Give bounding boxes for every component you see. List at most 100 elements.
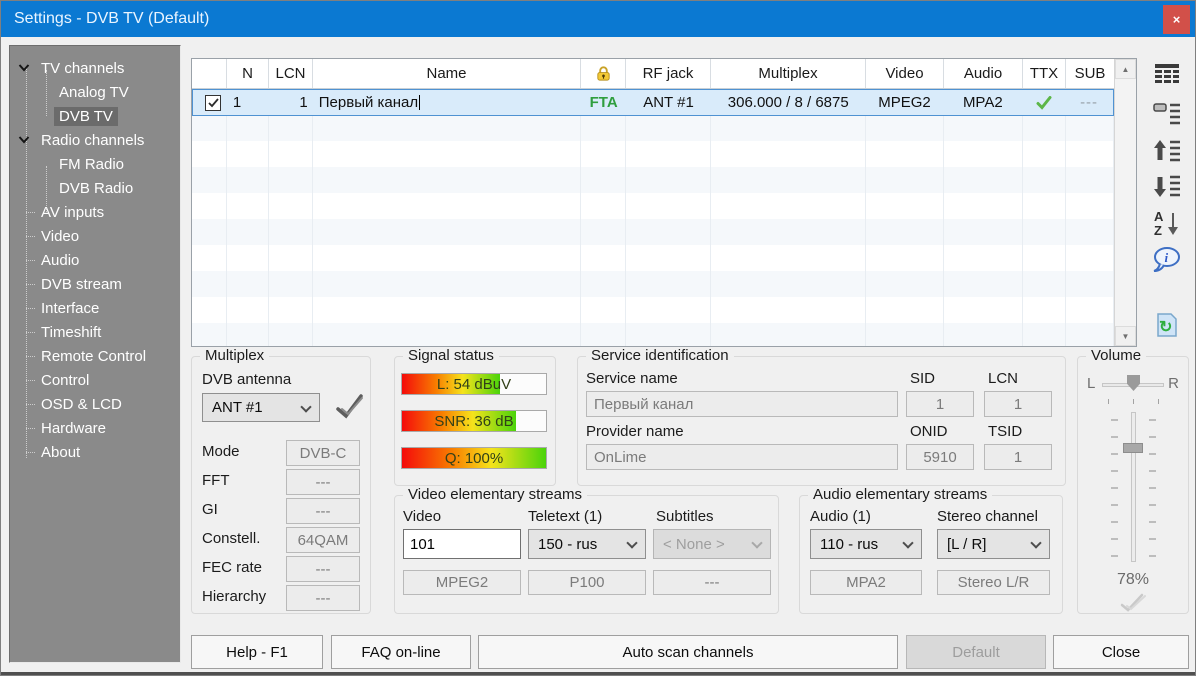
sidebar-item-dvb-stream[interactable]: DVB stream [10, 272, 180, 296]
stereo-channel-dropdown[interactable]: [L / R] [937, 529, 1050, 559]
window-title: Settings - DVB TV (Default) [1, 10, 209, 28]
sidebar-item-fm-radio[interactable]: FM Radio [10, 152, 180, 176]
sidebar-item-timeshift[interactable]: Timeshift [10, 320, 180, 344]
cell-video: MPEG2 [866, 90, 944, 115]
refresh-channels-button[interactable]: ↻ [1151, 309, 1183, 341]
audio-streams-group: Audio elementary streams Audio (1) Stere… [799, 495, 1063, 614]
cell-access: FTA [581, 90, 626, 115]
close-window-button[interactable]: × [1163, 5, 1190, 34]
sidebar-item-av-inputs[interactable]: AV inputs [10, 200, 180, 224]
video-streams-group: Video elementary streams Video Teletext … [394, 495, 779, 614]
channel-list-button[interactable] [1151, 59, 1183, 91]
header-lcn[interactable]: LCN [269, 59, 313, 88]
sidebar-item-video[interactable]: Video [10, 224, 180, 248]
scroll-down-icon[interactable]: ▼ [1115, 326, 1136, 346]
channel-enabled-checkbox[interactable] [205, 95, 221, 111]
chevron-down-icon [1030, 538, 1041, 549]
channel-row-selected[interactable]: 1 1 Первый канал FTA ANT #1 306.000 / 8 … [192, 89, 1114, 116]
chevron-down-icon [626, 538, 637, 549]
sidebar-item-dvb-tv[interactable]: DVB TV [10, 104, 180, 128]
signal-level-bar: L: 54 dBuV [401, 373, 547, 395]
audio-dropdown[interactable]: 110 - rus [810, 529, 922, 559]
teletext-dropdown[interactable]: 150 - rus [528, 529, 646, 559]
fft-label: FFT [202, 472, 230, 489]
fec-rate-label: FEC rate [202, 559, 262, 576]
auto-scan-button[interactable]: Auto scan channels [478, 635, 898, 669]
video-codec-value: MPEG2 [403, 570, 521, 595]
tsid-label: TSID [988, 423, 1022, 440]
sidebar-item-hardware[interactable]: Hardware [10, 416, 180, 440]
video-streams-title: Video elementary streams [403, 486, 587, 503]
checkbox-check-icon [208, 98, 219, 108]
sidebar-item-audio[interactable]: Audio [10, 248, 180, 272]
mode-value: DVB-C [286, 440, 360, 466]
header-checkbox-column[interactable] [192, 59, 227, 88]
cell-multiplex: 306.000 / 8 / 6875 [711, 90, 866, 115]
sidebar-item-tv-channels[interactable]: TV channels [10, 56, 180, 80]
signal-level-label: L: 54 dBuV [402, 374, 546, 394]
header-n[interactable]: N [227, 59, 269, 88]
sidebar-item-interface[interactable]: Interface [10, 296, 180, 320]
header-multiplex[interactable]: Multiplex [711, 59, 866, 88]
audio-streams-title: Audio elementary streams [808, 486, 992, 503]
balance-right-label: R [1168, 375, 1179, 392]
sidebar-item-dvb-radio[interactable]: DVB Radio [10, 176, 180, 200]
chevron-down-icon [751, 538, 762, 549]
sidebar-item-osd-lcd[interactable]: OSD & LCD [10, 392, 180, 416]
multiplex-group: Multiplex DVB antenna ANT #1 Mode DVB-C … [191, 356, 371, 614]
sidebar-item-remote-control[interactable]: Remote Control [10, 344, 180, 368]
rename-channel-button[interactable] [1151, 97, 1183, 129]
move-channel-down-button[interactable] [1151, 171, 1183, 203]
dvb-antenna-label: DVB antenna [202, 371, 291, 388]
sort-channels-button[interactable]: A Z [1151, 207, 1183, 239]
header-sub[interactable]: SUB [1066, 59, 1114, 88]
header-video[interactable]: Video [866, 59, 944, 88]
sidebar-item-control[interactable]: Control [10, 368, 180, 392]
video-pid-input[interactable] [403, 529, 521, 559]
teletext-label: Teletext (1) [528, 508, 602, 525]
table-scrollbar[interactable]: ▲ ▼ [1114, 59, 1136, 346]
subtitles-info-value: --- [653, 570, 771, 595]
tsid-value: 1 [984, 444, 1052, 470]
scroll-up-icon[interactable]: ▲ [1115, 59, 1136, 79]
header-audio[interactable]: Audio [944, 59, 1023, 88]
service-identification-group: Service identification Service name SID … [577, 356, 1066, 486]
chevron-down-icon [902, 538, 913, 549]
sidebar-item-radio-channels[interactable]: Radio channels [10, 128, 180, 152]
header-rf-jack[interactable]: RF jack [626, 59, 711, 88]
hierarchy-value: --- [286, 585, 360, 611]
signal-quality-label: Q: 100% [402, 448, 546, 468]
move-channel-up-button[interactable] [1151, 134, 1183, 166]
lcn-label: LCN [988, 370, 1018, 387]
header-name[interactable]: Name [313, 59, 581, 88]
provider-name-label: Provider name [586, 423, 684, 440]
volume-slider-track[interactable] [1131, 412, 1136, 562]
onid-label: ONID [910, 423, 948, 440]
faq-button[interactable]: FAQ on-line [331, 635, 471, 669]
teletext-page-value: P100 [528, 570, 646, 595]
audio-pid-label: Audio (1) [810, 508, 871, 525]
cell-n: 1 [228, 90, 270, 115]
close-icon: × [1173, 12, 1181, 27]
help-button[interactable]: Help - F1 [191, 635, 323, 669]
volume-ticks-left [1111, 419, 1118, 559]
move-down-icon [1153, 174, 1181, 200]
settings-dialog: Settings - DVB TV (Default) × TV channel… [0, 0, 1196, 676]
dvb-antenna-dropdown[interactable]: ANT #1 [202, 393, 320, 422]
sidebar-item-about[interactable]: About [10, 440, 180, 464]
volume-slider-thumb[interactable] [1123, 443, 1143, 453]
close-button[interactable]: Close [1053, 635, 1189, 669]
svg-text:Z: Z [1154, 223, 1162, 237]
volume-confirm-check-icon [1118, 593, 1150, 613]
sidebar-item-analog-tv[interactable]: Analog TV [10, 80, 180, 104]
header-access[interactable] [581, 59, 626, 88]
channel-info-button[interactable]: i [1151, 244, 1183, 276]
subtitles-label: Subtitles [656, 508, 714, 525]
balance-slider-thumb[interactable] [1127, 375, 1140, 391]
fec-rate-value: --- [286, 556, 360, 582]
balance-left-label: L [1087, 375, 1095, 392]
svg-text:↻: ↻ [1159, 319, 1172, 336]
channel-name-edit[interactable]: Первый канал [314, 90, 581, 115]
header-ttx[interactable]: TTX [1023, 59, 1066, 88]
constell-label: Constell. [202, 530, 260, 547]
